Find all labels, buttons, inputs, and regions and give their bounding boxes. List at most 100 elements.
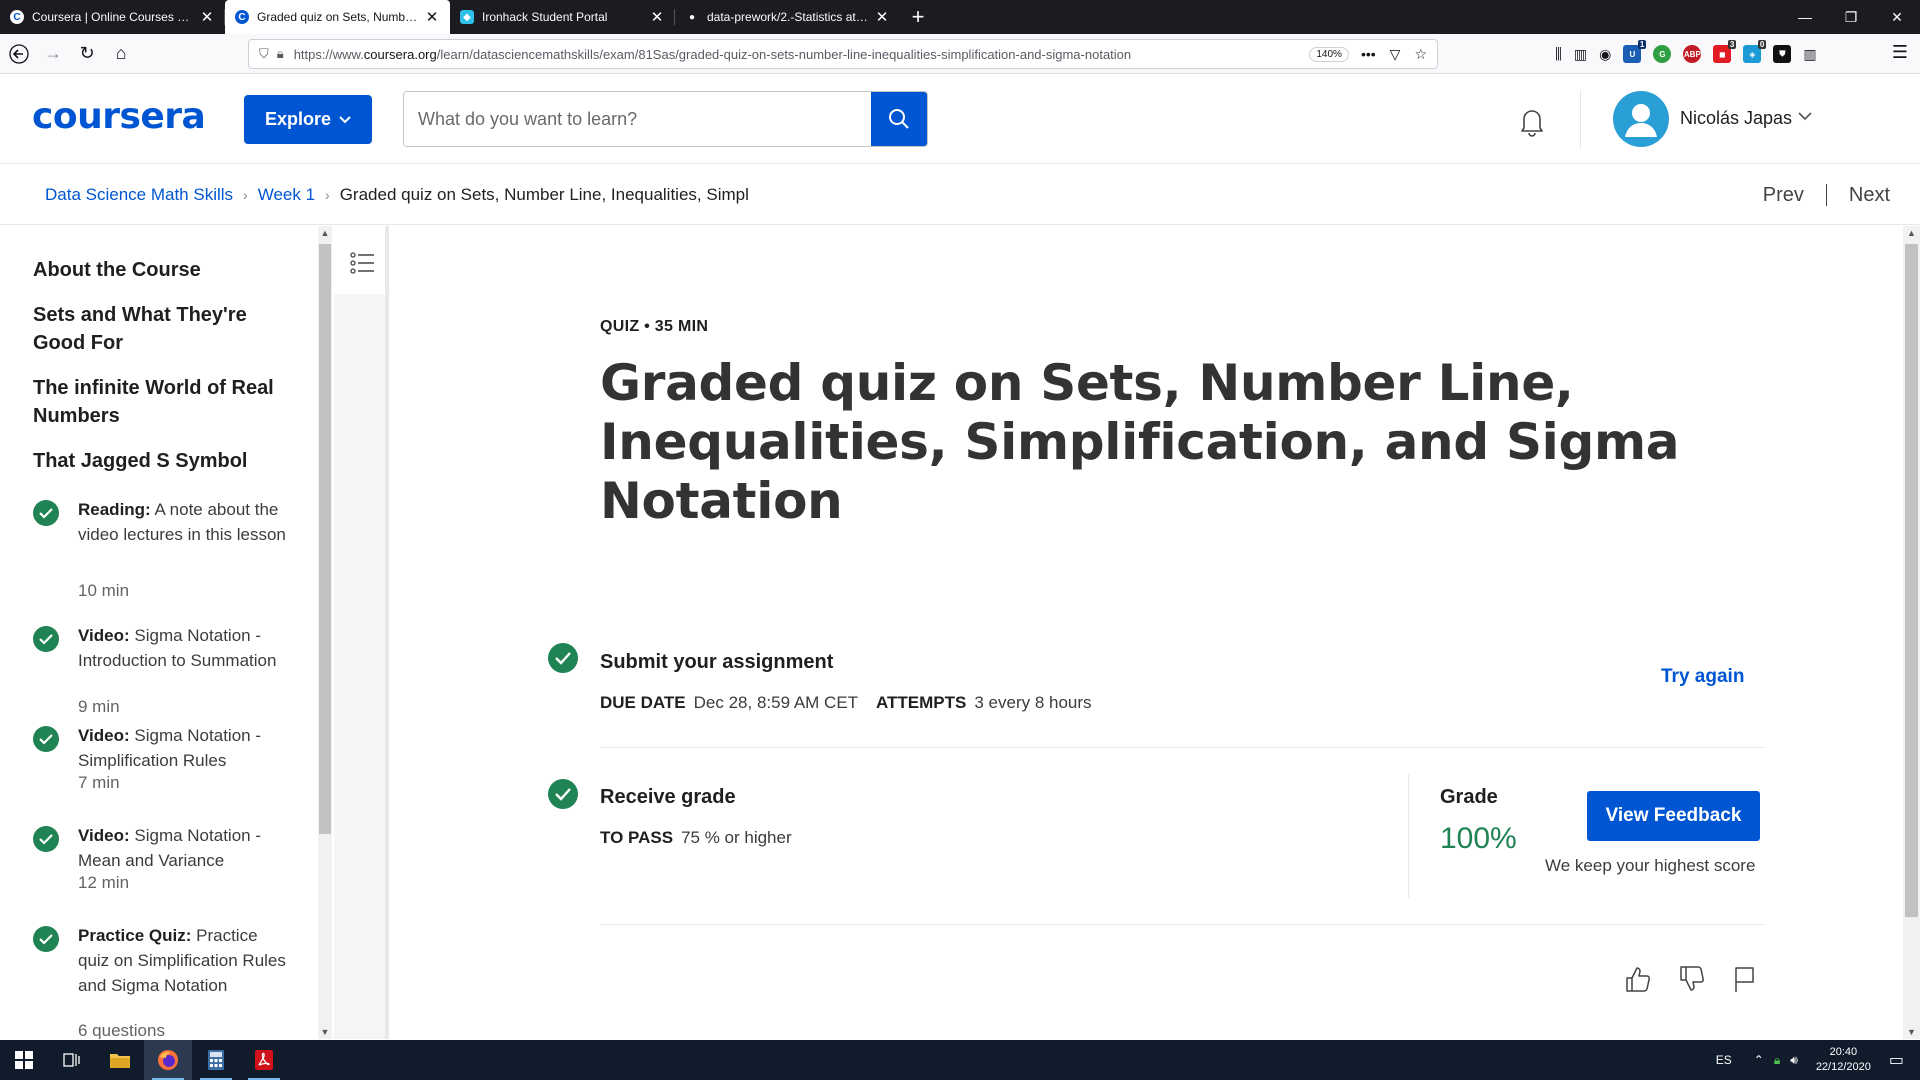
scroll-up-icon[interactable]: ▲: [318, 228, 332, 238]
github-icon: ●: [685, 10, 699, 24]
language-indicator[interactable]: ES: [1716, 1053, 1732, 1067]
try-again-button[interactable]: Try again: [1661, 666, 1744, 688]
task-view-button[interactable]: [48, 1040, 96, 1080]
library-icon[interactable]: ⫼: [1555, 46, 1562, 63]
coursera-icon: C: [10, 10, 24, 24]
grammar-extension-icon[interactable]: G: [1653, 45, 1672, 63]
start-button[interactable]: [0, 1040, 48, 1080]
thumbs-up-icon: [1626, 967, 1650, 992]
extension-icon[interactable]: U1: [1623, 40, 1647, 63]
search-input[interactable]: [404, 92, 871, 146]
extension-icon[interactable]: ◈ 0: [1743, 40, 1767, 63]
coursera-icon: C: [235, 10, 249, 24]
prev-link[interactable]: Prev: [1763, 184, 1804, 207]
minimize-icon[interactable]: —: [1782, 0, 1828, 34]
reload-button[interactable]: ↻: [72, 39, 102, 69]
report-button[interactable]: [1730, 964, 1760, 994]
new-tab-button[interactable]: +: [900, 0, 936, 34]
home-button[interactable]: ⌂: [106, 39, 136, 69]
due-date-value: Dec 28, 8:59 AM CET: [693, 693, 859, 712]
view-feedback-button[interactable]: View Feedback: [1587, 791, 1760, 841]
calculator-taskbar-button[interactable]: [192, 1040, 240, 1080]
account-icon[interactable]: ◉: [1599, 46, 1611, 63]
sidebar-section-about[interactable]: About the Course: [33, 256, 293, 284]
browser-tab[interactable]: C Coursera | Online Courses & Cr ✕: [0, 0, 225, 34]
ublock-icon[interactable]: ◼ 3: [1713, 40, 1737, 63]
lock-icon[interactable]: 🔒︎: [277, 46, 284, 62]
clock-date: 22/12/2020: [1815, 1061, 1871, 1073]
browser-tab-bar: C Coursera | Online Courses & Cr ✕ C Gra…: [0, 0, 1920, 34]
user-name[interactable]: Nicolás Japas: [1680, 108, 1792, 129]
browser-tab[interactable]: ● data-prework/2.-Statistics at m ✕: [675, 0, 900, 34]
shield-icon[interactable]: ⛉: [259, 46, 269, 62]
url-path: /learn/datasciencemathskills/exam/81Sas/…: [436, 46, 1132, 62]
due-date-label: DUE DATE: [600, 693, 686, 712]
notifications-button[interactable]: [1515, 104, 1549, 143]
pocket-icon[interactable]: ▽: [1390, 46, 1401, 63]
browser-tab[interactable]: ◆ Ironhack Student Portal ✕: [450, 0, 675, 34]
sidebar-section-sets[interactable]: Sets and What They're Good For: [33, 301, 293, 357]
bookmark-star-icon[interactable]: ☆: [1414, 46, 1427, 63]
explore-button[interactable]: Explore: [244, 95, 372, 144]
restore-icon[interactable]: ❐: [1828, 0, 1874, 34]
grade-divider: [1408, 774, 1409, 898]
close-tab-icon[interactable]: ✕: [199, 8, 215, 26]
close-tab-icon[interactable]: ✕: [424, 8, 440, 26]
url-domain: coursera.org: [363, 46, 437, 62]
close-tab-icon[interactable]: ✕: [874, 8, 890, 26]
scrollbar-thumb[interactable]: [1905, 244, 1918, 917]
scroll-up-icon[interactable]: ▲: [1903, 228, 1920, 238]
close-window-icon[interactable]: ✕: [1874, 0, 1920, 34]
browser-tab-active[interactable]: C Graded quiz on Sets, Number Li ✕: [225, 0, 450, 34]
breadcrumb-link-week[interactable]: Week 1: [258, 185, 315, 205]
chevron-down-icon: [1798, 112, 1812, 121]
dislike-button[interactable]: [1677, 964, 1707, 994]
breadcrumb-link-course[interactable]: Data Science Math Skills: [45, 185, 233, 205]
tab-title: Ironhack Student Portal: [482, 10, 608, 24]
pass-value: 75 % or higher: [681, 828, 792, 847]
bell-icon: [1521, 110, 1543, 137]
outline-toggle-button[interactable]: [334, 246, 385, 297]
firefox-taskbar-button[interactable]: [144, 1040, 192, 1080]
scrollbar-thumb[interactable]: [319, 244, 331, 834]
zoom-level-badge[interactable]: 140%: [1309, 46, 1349, 62]
forward-button[interactable]: →: [38, 39, 68, 69]
header-divider: [1580, 90, 1581, 148]
sidebar-section-sigma[interactable]: That Jagged S Symbol: [33, 447, 293, 475]
shield-extension-icon[interactable]: ⛊: [1773, 45, 1792, 63]
adblock-icon[interactable]: ABP: [1683, 45, 1702, 63]
main-scrollbar[interactable]: ▲ ▼: [1903, 226, 1920, 1039]
extension-icon[interactable]: ▥: [1803, 46, 1816, 63]
sidebar-scrollbar[interactable]: ▲ ▼: [318, 226, 332, 1039]
user-menu-toggle[interactable]: [1797, 109, 1813, 127]
clock[interactable]: 20:40 22/12/2020: [1816, 1045, 1871, 1075]
item-duration: 9 min: [78, 697, 120, 716]
volume-icon[interactable]: 🔊︎: [1790, 1053, 1798, 1068]
completed-check-icon: [33, 726, 59, 752]
page-actions-icon[interactable]: •••: [1361, 46, 1376, 63]
page-title: Graded quiz on Sets, Number Line, Inequa…: [600, 354, 1680, 530]
security-icon[interactable]: 🔒︎: [1774, 1053, 1780, 1068]
url-text[interactable]: https://www.coursera.org/learn/datascien…: [294, 47, 1310, 62]
completed-check-icon: [33, 926, 59, 952]
coursera-logo[interactable]: coursera: [32, 96, 206, 137]
section-divider: [600, 747, 1765, 748]
next-link[interactable]: Next: [1849, 184, 1890, 207]
url-bar[interactable]: ⛉ 🔒︎ https://www.coursera.org/learn/data…: [248, 39, 1438, 69]
sidebar-icon[interactable]: ▥: [1574, 46, 1587, 63]
file-explorer-button[interactable]: [96, 1040, 144, 1080]
acrobat-taskbar-button[interactable]: [240, 1040, 288, 1080]
avatar[interactable]: [1613, 91, 1669, 147]
like-button[interactable]: [1623, 964, 1653, 994]
search-button[interactable]: [871, 92, 927, 146]
notifications-icon[interactable]: ▭: [1889, 1050, 1904, 1070]
back-button[interactable]: [4, 39, 34, 69]
search-icon: [889, 109, 909, 129]
pass-label: TO PASS: [600, 828, 674, 847]
chevron-up-icon[interactable]: ⌃: [1754, 1053, 1764, 1067]
scroll-down-icon[interactable]: ▼: [318, 1027, 332, 1037]
close-tab-icon[interactable]: ✕: [649, 8, 665, 26]
scroll-down-icon[interactable]: ▼: [1903, 1027, 1920, 1037]
sidebar-section-real-numbers[interactable]: The infinite World of Real Numbers: [33, 374, 293, 430]
menu-icon[interactable]: ☰: [1892, 42, 1908, 63]
